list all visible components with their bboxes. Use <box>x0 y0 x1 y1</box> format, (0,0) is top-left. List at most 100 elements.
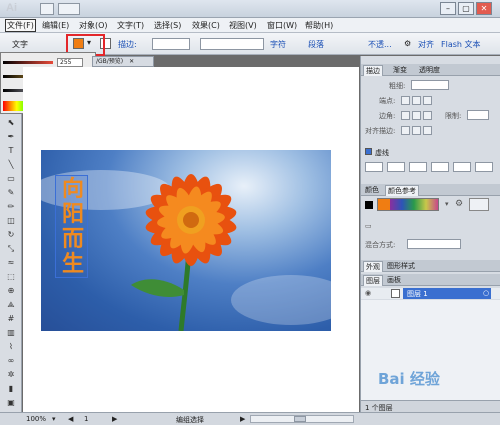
blend-tool-icon[interactable]: ∞ <box>4 356 18 366</box>
eyedropper-tool-icon[interactable]: ⌇ <box>4 342 18 352</box>
pen-tool-icon[interactable]: ✒ <box>4 132 18 142</box>
color-guide-menu-icon[interactable]: ▾ <box>445 200 449 208</box>
square-cap-button[interactable] <box>423 96 432 105</box>
fill-swatch-small[interactable] <box>365 201 373 209</box>
perspective-tool-icon[interactable]: ⟁ <box>4 300 18 310</box>
free-transform-tool-icon[interactable]: ⬚ <box>4 272 18 282</box>
baidu-watermark: Bai 经验 <box>378 370 440 388</box>
align-center-button[interactable] <box>401 126 410 135</box>
menu-type[interactable]: 文字(T) <box>117 20 144 31</box>
artboard-number[interactable]: 1 <box>84 415 88 423</box>
dash-field-3[interactable] <box>453 162 471 172</box>
shape-builder-tool-icon[interactable]: ⊕ <box>4 286 18 296</box>
miter-join-button[interactable] <box>401 111 410 120</box>
menu-select[interactable]: 选择(S) <box>154 20 181 31</box>
tab-artboards[interactable]: 画板 <box>385 275 403 286</box>
vertical-text-frame[interactable]: 向 阳 而 生 <box>55 175 88 278</box>
rotate-tool-icon[interactable]: ↻ <box>4 230 18 240</box>
limit-field[interactable] <box>467 110 489 120</box>
paintbrush-tool-icon[interactable]: ✎ <box>4 188 18 198</box>
document-tab[interactable]: /GB/预览) ✕ <box>92 56 154 67</box>
app-logo: Ai <box>6 2 17 14</box>
color-group-button[interactable] <box>469 198 489 211</box>
tab-graphic-styles[interactable]: 图形样式 <box>385 261 417 272</box>
gear-icon[interactable]: ⚙ <box>404 39 411 48</box>
selection-tool-icon[interactable]: ⬉ <box>4 118 18 128</box>
menu-help[interactable]: 帮助(H) <box>305 20 333 31</box>
status-arrow-icon[interactable]: ▶ <box>240 415 245 423</box>
paragraph-link[interactable]: 段落 <box>308 39 324 50</box>
text-char: 而 <box>61 227 84 252</box>
tab-layers[interactable]: 图层 <box>363 275 383 286</box>
eye-icon[interactable]: ◉ <box>365 289 371 297</box>
menu-window[interactable]: 窗口(W) <box>267 20 297 31</box>
stroke-weight-dropdown[interactable] <box>152 38 190 50</box>
minimize-button[interactable]: – <box>440 2 456 15</box>
flash-text-link[interactable]: Flash 文本 <box>441 39 481 50</box>
tab-color[interactable]: 颜色 <box>363 185 381 196</box>
weight-field[interactable] <box>411 80 449 90</box>
mesh-tool-icon[interactable]: # <box>4 314 18 324</box>
stroke-panel-tabs: 描边 渐变 透明度 <box>361 64 500 76</box>
close-button[interactable]: ✕ <box>476 2 492 15</box>
red-value[interactable]: 255 <box>57 58 83 67</box>
line-tool-icon[interactable]: ╲ <box>4 160 18 170</box>
round-cap-button[interactable] <box>412 96 421 105</box>
gradient-tool-icon[interactable]: ▥ <box>4 328 18 338</box>
font-family-dropdown[interactable] <box>200 38 264 50</box>
arrange-documents-button[interactable] <box>58 3 80 15</box>
prev-artboard-icon[interactable]: ◀ <box>68 415 73 423</box>
menu-effect[interactable]: 效果(C) <box>192 20 220 31</box>
layer-row[interactable]: ◉ 图层 1 ○ <box>361 288 500 299</box>
next-artboard-icon[interactable]: ▶ <box>112 415 117 423</box>
artboard-tool-icon[interactable]: ▣ <box>4 398 18 408</box>
warp-tool-icon[interactable]: ≈ <box>4 258 18 268</box>
dash-field-1[interactable] <box>365 162 383 172</box>
edit-colors-icon[interactable]: ⚙ <box>455 199 463 209</box>
tab-stroke[interactable]: 描边 <box>363 65 383 76</box>
layer-name[interactable]: 图层 1 <box>407 289 428 299</box>
align-outside-button[interactable] <box>423 126 432 135</box>
layers-panel-tabs: 图层 画板 <box>361 274 500 286</box>
zoom-level[interactable]: 100% <box>26 415 46 423</box>
blend-label: 混合方式: <box>365 241 396 249</box>
column-graph-tool-icon[interactable]: ▮ <box>4 384 18 394</box>
character-link[interactable]: 字符 <box>270 39 286 50</box>
dashed-checkbox[interactable] <box>365 148 372 155</box>
bridge-button[interactable] <box>40 3 54 15</box>
maximize-button[interactable]: ▢ <box>458 2 474 15</box>
zoom-dropdown-icon[interactable]: ▾ <box>52 415 56 423</box>
eraser-tool-icon[interactable]: ◫ <box>4 216 18 226</box>
rectangle-tool-icon[interactable]: ▭ <box>4 174 18 184</box>
menu-view[interactable]: 视图(V) <box>229 20 257 31</box>
scroll-thumb[interactable] <box>294 416 306 422</box>
close-tab-icon[interactable]: ✕ <box>129 58 134 65</box>
tab-transparency[interactable]: 透明度 <box>417 65 442 76</box>
layer-target-icon[interactable]: ○ <box>483 289 489 297</box>
round-join-button[interactable] <box>412 111 421 120</box>
menu-object[interactable]: 对象(O) <box>79 20 108 31</box>
red-slider[interactable] <box>3 61 53 64</box>
scale-tool-icon[interactable]: ⤡ <box>4 244 18 254</box>
symbol-sprayer-tool-icon[interactable]: ✲ <box>4 370 18 380</box>
document-tab-label: /GB/预览) <box>96 58 124 65</box>
gap-field-3[interactable] <box>475 162 493 172</box>
type-tool-icon[interactable]: T <box>4 146 18 156</box>
pencil-tool-icon[interactable]: ✏ <box>4 202 18 212</box>
align-link[interactable]: 对齐 <box>418 39 434 50</box>
color-guide-strip[interactable] <box>377 198 439 211</box>
butt-cap-button[interactable] <box>401 96 410 105</box>
menu-edit[interactable]: 编辑(E) <box>42 20 69 31</box>
menu-file[interactable]: 文件(F) <box>5 19 36 32</box>
opacity-link[interactable]: 不透... <box>368 39 392 50</box>
dash-field-2[interactable] <box>409 162 427 172</box>
bevel-join-button[interactable] <box>423 111 432 120</box>
tab-gradient[interactable]: 渐变 <box>391 65 409 76</box>
tab-color-guide[interactable]: 颜色参考 <box>385 185 419 196</box>
align-inside-button[interactable] <box>412 126 421 135</box>
tab-appearance[interactable]: 外观 <box>363 261 383 272</box>
stroke-label[interactable]: 描边: <box>118 39 137 50</box>
gap-field-2[interactable] <box>431 162 449 172</box>
gap-field-1[interactable] <box>387 162 405 172</box>
blend-dropdown[interactable] <box>407 239 461 249</box>
